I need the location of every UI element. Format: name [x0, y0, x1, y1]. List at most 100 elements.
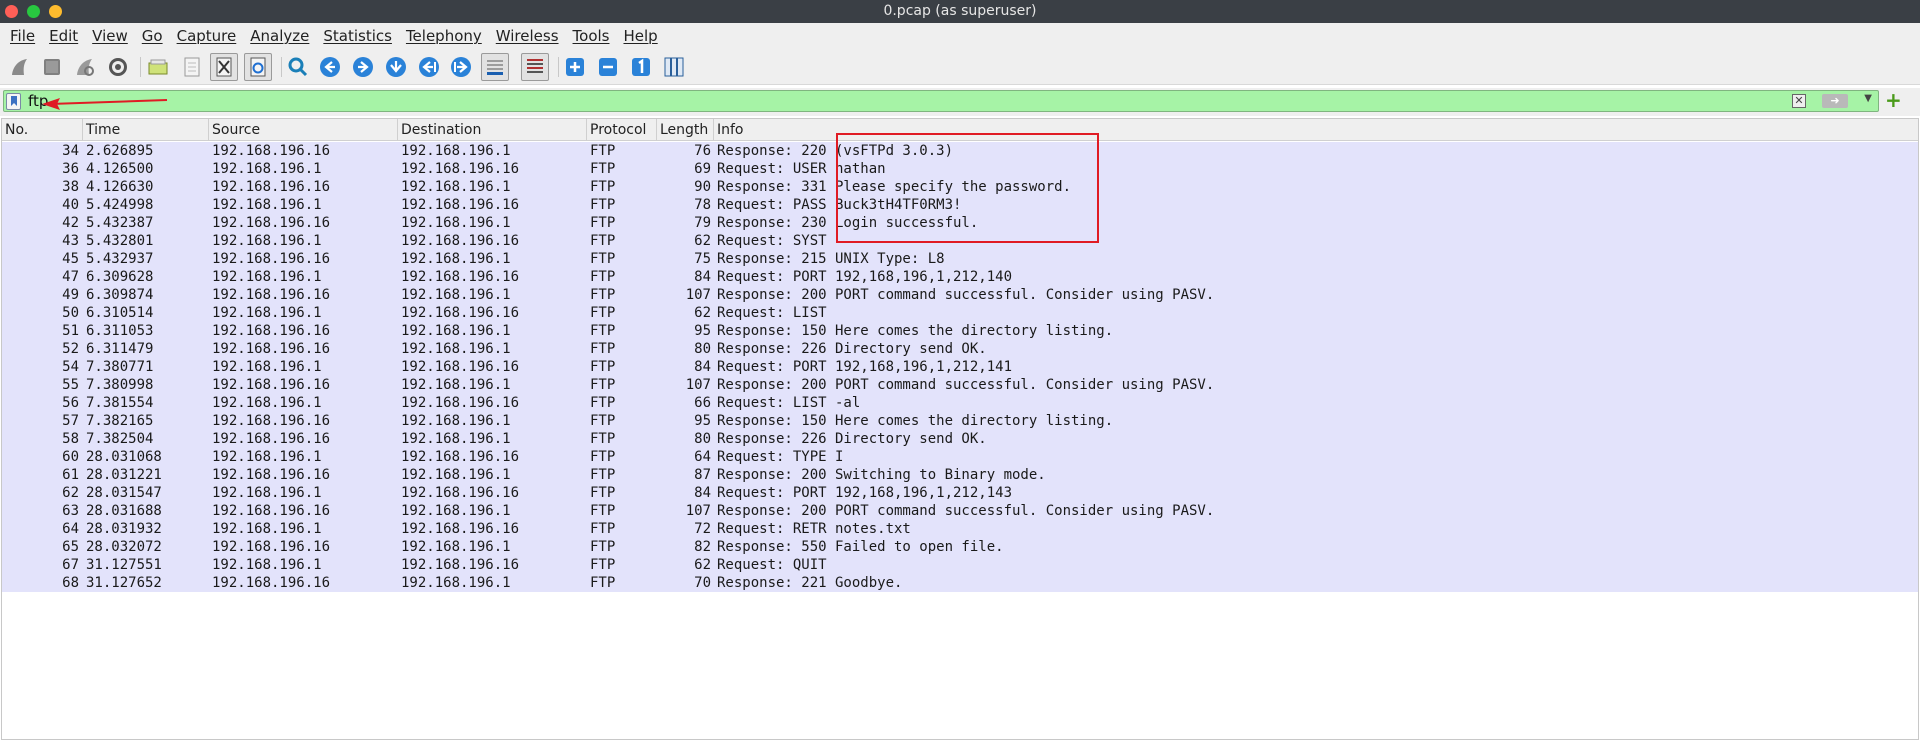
- table-row[interactable]: 36 4.126500 192.168.196.1 192.168.196.16 FTP…: [2, 160, 1918, 178]
- packet-no: 65: [62, 539, 79, 555]
- packet-length: 62: [694, 233, 711, 249]
- table-row[interactable]: 68 31.127652 192.168.196.16 192.168.196.1 FT…: [2, 574, 1918, 592]
- packet-info: Request: LIST: [717, 305, 827, 321]
- table-row[interactable]: 54 7.380771 192.168.196.1 192.168.196.16 FTP…: [2, 358, 1918, 376]
- menu-view[interactable]: View: [85, 27, 135, 45]
- table-row[interactable]: 61 28.031221 192.168.196.16 192.168.196.1 FT…: [2, 466, 1918, 484]
- column-header-source[interactable]: Source: [209, 119, 398, 141]
- display-filter-field[interactable]: ftp ✕ ➜ ▼: [3, 90, 1879, 112]
- colorize-icon[interactable]: [521, 53, 549, 81]
- packet-protocol: FTP: [590, 467, 616, 483]
- packet-time: 31.127551: [86, 557, 162, 573]
- table-row[interactable]: 58 7.382504 192.168.196.16 192.168.196.1 FTP…: [2, 430, 1918, 448]
- table-row[interactable]: 64 28.031932 192.168.196.1 192.168.196.16 FT…: [2, 520, 1918, 538]
- table-row[interactable]: 45 5.432937 192.168.196.16 192.168.196.1 FTP…: [2, 250, 1918, 268]
- menu-telephony[interactable]: Telephony: [399, 27, 489, 45]
- packet-no: 67: [62, 557, 79, 573]
- restart-capture-icon[interactable]: [73, 55, 97, 79]
- packet-length: 84: [694, 269, 711, 285]
- packet-source: 192.168.196.1: [212, 305, 322, 321]
- table-row[interactable]: 63 28.031688 192.168.196.16 192.168.196.1 FT…: [2, 502, 1918, 520]
- column-header-time[interactable]: Time: [83, 119, 209, 141]
- column-header-destination[interactable]: Destination: [398, 119, 587, 141]
- packet-destination: 192.168.196.16: [401, 485, 520, 501]
- table-row[interactable]: 40 5.424998 192.168.196.1 192.168.196.16 FTP…: [2, 196, 1918, 214]
- go-last-icon[interactable]: [449, 55, 473, 79]
- packet-no: 49: [62, 287, 79, 303]
- packet-no: 43: [62, 233, 79, 249]
- menu-tools[interactable]: Tools: [566, 27, 617, 45]
- menu-help[interactable]: Help: [616, 27, 664, 45]
- stop-capture-icon[interactable]: [40, 55, 64, 79]
- table-row[interactable]: 56 7.381554 192.168.196.1 192.168.196.16 FTP…: [2, 394, 1918, 412]
- packet-no: 34: [62, 143, 79, 159]
- packet-no: 50: [62, 305, 79, 321]
- table-row[interactable]: 42 5.432387 192.168.196.16 192.168.196.1 FTP…: [2, 214, 1918, 232]
- column-header-protocol[interactable]: Protocol: [587, 119, 657, 141]
- find-packet-icon[interactable]: [286, 55, 310, 79]
- packet-length: 64: [694, 449, 711, 465]
- table-row[interactable]: 52 6.311479 192.168.196.16 192.168.196.1 FTP…: [2, 340, 1918, 358]
- menu-wireless[interactable]: Wireless: [489, 27, 566, 45]
- menu-go[interactable]: Go: [135, 27, 170, 45]
- auto-scroll-icon[interactable]: [481, 53, 509, 81]
- packet-source: 192.168.196.16: [212, 251, 331, 267]
- start-capture-icon[interactable]: [8, 55, 32, 79]
- table-row[interactable]: 57 7.382165 192.168.196.16 192.168.196.1 FTP…: [2, 412, 1918, 430]
- bookmark-icon[interactable]: [6, 93, 21, 110]
- open-file-icon[interactable]: [146, 55, 170, 79]
- go-back-icon[interactable]: [318, 55, 342, 79]
- menu-file[interactable]: File: [3, 27, 42, 45]
- table-row[interactable]: 43 5.432801 192.168.196.1 192.168.196.16 FTP…: [2, 232, 1918, 250]
- menu-statistics[interactable]: Statistics: [316, 27, 399, 45]
- packet-list[interactable]: No. Time Source Destination Protocol Len…: [1, 118, 1919, 740]
- menu-edit[interactable]: Edit: [42, 27, 85, 45]
- packet-length: 84: [694, 359, 711, 375]
- clear-filter-icon[interactable]: ✕: [1792, 94, 1806, 108]
- packet-length: 70: [694, 575, 711, 591]
- save-file-icon[interactable]: [180, 55, 204, 79]
- normal-size-icon[interactable]: [629, 55, 653, 79]
- column-header-no[interactable]: No.: [2, 119, 83, 141]
- add-filter-button-icon[interactable]: +: [1885, 89, 1902, 111]
- table-row[interactable]: 67 31.127551 192.168.196.1 192.168.196.16 FT…: [2, 556, 1918, 574]
- table-row[interactable]: 62 28.031547 192.168.196.1 192.168.196.16 FT…: [2, 484, 1918, 502]
- packet-source: 192.168.196.1: [212, 395, 322, 411]
- table-row[interactable]: 34 2.626895 192.168.196.16 192.168.196.1 FTP…: [2, 142, 1918, 160]
- zoom-out-icon[interactable]: [596, 55, 620, 79]
- table-row[interactable]: 51 6.311053 192.168.196.16 192.168.196.1 FTP…: [2, 322, 1918, 340]
- packet-info: Request: RETR notes.txt: [717, 521, 911, 537]
- table-row[interactable]: 47 6.309628 192.168.196.1 192.168.196.16 FTP…: [2, 268, 1918, 286]
- capture-options-icon[interactable]: [106, 55, 130, 79]
- menu-analyze[interactable]: Analyze: [243, 27, 316, 45]
- packet-protocol: FTP: [590, 359, 616, 375]
- column-header-length[interactable]: Length: [657, 119, 714, 141]
- packet-destination: 192.168.196.1: [401, 575, 511, 591]
- column-header-info[interactable]: Info: [714, 119, 1920, 141]
- packet-destination: 192.168.196.1: [401, 143, 511, 159]
- reload-file-icon[interactable]: [244, 53, 272, 81]
- zoom-in-icon[interactable]: [563, 55, 587, 79]
- packet-source: 192.168.196.1: [212, 521, 322, 537]
- packet-info: Response: 331 Please specify the passwor…: [717, 179, 1072, 195]
- table-row[interactable]: 60 28.031068 192.168.196.1 192.168.196.16 FT…: [2, 448, 1918, 466]
- packet-source: 192.168.196.16: [212, 377, 331, 393]
- close-file-icon[interactable]: [210, 53, 238, 81]
- resize-columns-icon[interactable]: [662, 55, 686, 79]
- menu-capture[interactable]: Capture: [170, 27, 244, 45]
- packet-source: 192.168.196.16: [212, 287, 331, 303]
- table-row[interactable]: 50 6.310514 192.168.196.1 192.168.196.16 FTP…: [2, 304, 1918, 322]
- go-forward-icon[interactable]: [351, 55, 375, 79]
- table-row[interactable]: 49 6.309874 192.168.196.16 192.168.196.1 FTP…: [2, 286, 1918, 304]
- apply-filter-icon[interactable]: ➜: [1822, 94, 1848, 108]
- go-to-packet-icon[interactable]: [384, 55, 408, 79]
- packet-length: 95: [694, 413, 711, 429]
- packet-length: 80: [694, 341, 711, 357]
- packet-info: Request: PORT 192,168,196,1,212,141: [717, 359, 1013, 375]
- go-first-icon[interactable]: [417, 55, 441, 79]
- chevron-down-icon[interactable]: ▼: [1864, 93, 1872, 104]
- packet-destination: 192.168.196.1: [401, 431, 511, 447]
- table-row[interactable]: 65 28.032072 192.168.196.16 192.168.196.1 FT…: [2, 538, 1918, 556]
- table-row[interactable]: 55 7.380998 192.168.196.16 192.168.196.1 FTP…: [2, 376, 1918, 394]
- table-row[interactable]: 38 4.126630 192.168.196.16 192.168.196.1 FTP…: [2, 178, 1918, 196]
